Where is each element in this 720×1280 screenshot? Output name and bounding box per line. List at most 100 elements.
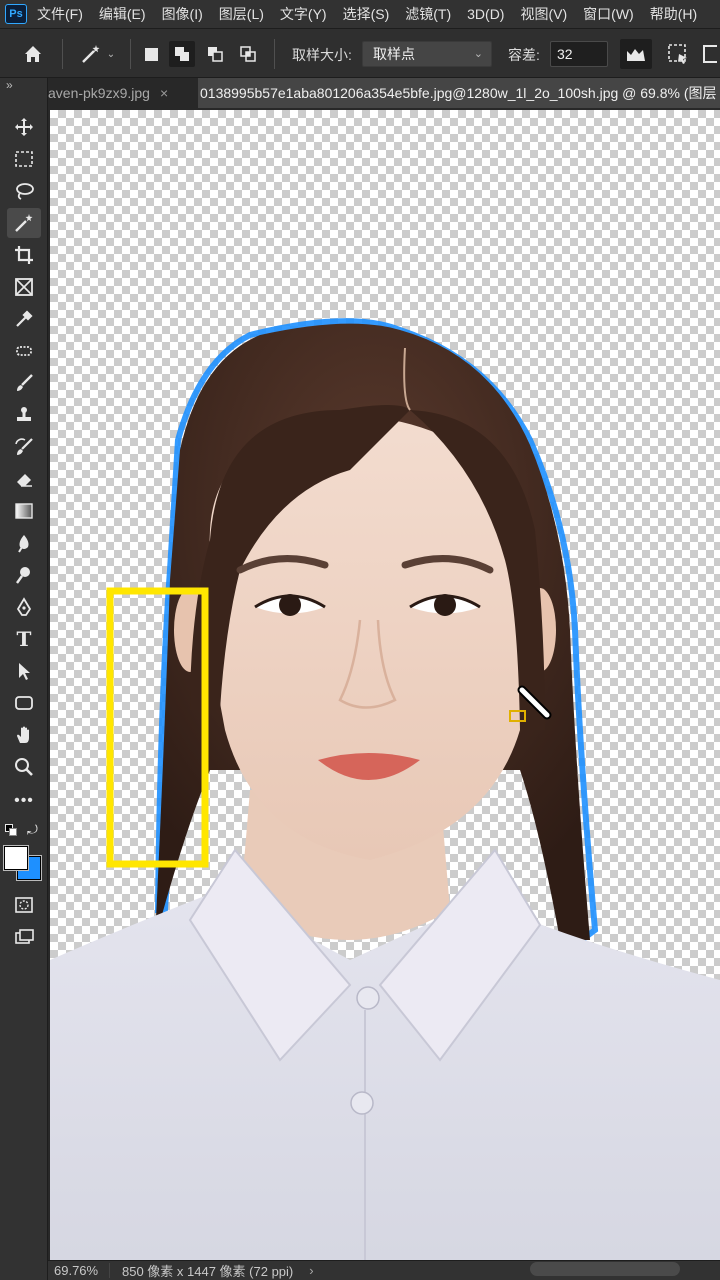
select-subject-button[interactable]	[662, 39, 694, 69]
type-icon: T	[16, 627, 32, 651]
shape-icon	[15, 696, 33, 710]
divider	[130, 39, 131, 69]
menu-edit[interactable]: 编辑(E)	[99, 4, 146, 24]
eraser-icon	[17, 474, 32, 487]
chevron-down-icon: ⌄	[473, 48, 483, 60]
path-selection-tool[interactable]	[7, 656, 41, 686]
sample-size-label: 取样大小:	[292, 47, 352, 63]
brush-tool[interactable]	[7, 368, 41, 398]
subtract-selection-icon	[208, 47, 223, 62]
path-select-icon	[19, 663, 30, 680]
healing-tool[interactable]	[7, 336, 41, 366]
history-brush-tool[interactable]	[7, 432, 41, 462]
intersect-selection-button[interactable]	[235, 41, 261, 67]
eraser-tool[interactable]	[7, 464, 41, 494]
menu-help[interactable]: 帮助(H)	[650, 4, 697, 24]
move-icon	[15, 118, 33, 136]
lasso-tool[interactable]	[7, 176, 41, 206]
frame-tool[interactable]	[7, 272, 41, 302]
frame-icon	[15, 278, 33, 296]
tab-document-2[interactable]: 0138995b57e1aba801206a354e5bfe.jpg@1280w…	[198, 78, 720, 108]
menu-image[interactable]: 图像(I)	[162, 4, 203, 24]
document-canvas[interactable]	[50, 110, 720, 1260]
select-and-mask-button[interactable]	[700, 39, 720, 69]
document-tabs: aven-pk9zx9.jpg × 0138995b57e1aba801206a…	[48, 78, 720, 108]
magic-wand-tool[interactable]	[7, 208, 41, 238]
document-dimensions: 850 像素 x 1447 像素 (72 ppi)	[122, 1264, 294, 1279]
subtract-selection-button[interactable]	[202, 41, 228, 67]
tolerance-input[interactable]: 32	[550, 41, 608, 67]
photoshop-logo: Ps	[5, 4, 27, 24]
eyedropper-icon	[16, 310, 33, 327]
menu-3d[interactable]: 3D(D)	[467, 6, 504, 22]
sample-all-layers-icon	[627, 49, 645, 61]
more-tools[interactable]: •••	[7, 786, 41, 816]
crop-icon	[15, 246, 33, 264]
crop-tool[interactable]	[7, 240, 41, 270]
shirt-button	[350, 1091, 374, 1115]
menu-type[interactable]: 文字(Y)	[280, 4, 327, 24]
quick-mask-button[interactable]	[7, 890, 41, 920]
marquee-icon	[15, 151, 33, 167]
menu-file[interactable]: 文件(F)	[37, 4, 83, 24]
home-icon	[25, 46, 41, 62]
blur-tool[interactable]	[7, 528, 41, 558]
swap-colors-icon[interactable]: ⤾	[27, 822, 38, 838]
options-bar: ⌄ 取样大小: 取样点 ⌄ 容差: 32	[0, 28, 720, 78]
type-tool[interactable]: T	[7, 624, 41, 654]
menu-view[interactable]: 视图(V)	[520, 4, 567, 24]
add-selection-icon	[175, 47, 189, 61]
history-brush-icon	[15, 438, 33, 455]
pen-tool[interactable]	[7, 592, 41, 622]
sample-size-select[interactable]: 取样点 ⌄	[362, 41, 492, 67]
gradient-tool[interactable]	[7, 496, 41, 526]
menu-filter[interactable]: 滤镜(T)	[405, 4, 451, 24]
divider	[62, 39, 63, 69]
tab-document-1[interactable]: aven-pk9zx9.jpg ×	[48, 78, 198, 108]
hand-tool[interactable]	[7, 720, 41, 750]
tool-preset-picker[interactable]: ⌄	[72, 39, 122, 69]
select-mask-icon	[703, 45, 717, 63]
brush-icon	[17, 374, 33, 391]
menu-select[interactable]: 选择(S)	[343, 4, 390, 24]
screen-mode-icon	[15, 929, 34, 944]
add-to-selection-button[interactable]	[169, 41, 195, 67]
tools-panel: » T ••• ⤾	[0, 78, 48, 1280]
marquee-tool[interactable]	[7, 144, 41, 174]
foreground-color-swatch[interactable]	[3, 845, 29, 871]
menu-bar: Ps 文件(F) 编辑(E) 图像(I) 图层(L) 文字(Y) 选择(S) 滤…	[0, 0, 720, 28]
tab-label: aven-pk9zx9.jpg	[48, 85, 150, 101]
stamp-tool[interactable]	[7, 400, 41, 430]
tolerance-value: 32	[557, 46, 573, 62]
portrait-image	[50, 318, 720, 1260]
default-colors-icon[interactable]	[5, 824, 17, 836]
move-tool[interactable]	[7, 112, 41, 142]
horizontal-scrollbar[interactable]	[530, 1262, 680, 1276]
tolerance-label: 容差:	[508, 47, 540, 63]
chevron-right-icon[interactable]: ›	[309, 1263, 313, 1278]
dodge-tool[interactable]	[7, 560, 41, 590]
new-selection-button[interactable]	[138, 41, 164, 67]
screen-mode-button[interactable]	[7, 922, 41, 952]
sample-size-value: 取样点	[373, 46, 415, 62]
intersect-selection-icon	[240, 46, 256, 62]
more-icon: •••	[14, 792, 34, 809]
blur-icon	[18, 535, 29, 553]
divider	[274, 39, 275, 69]
zoom-level[interactable]: 69.76%	[48, 1263, 110, 1278]
anti-alias-toggle[interactable]	[620, 39, 652, 69]
select-subject-icon	[668, 44, 687, 64]
home-button[interactable]	[16, 39, 50, 69]
close-icon[interactable]: ×	[160, 85, 168, 101]
magic-wand-icon	[15, 214, 33, 232]
pen-icon	[16, 597, 32, 616]
menu-window[interactable]: 窗口(W)	[583, 4, 634, 24]
eyedropper-tool[interactable]	[7, 304, 41, 334]
zoom-tool[interactable]	[7, 752, 41, 782]
menu-layer[interactable]: 图层(L)	[219, 4, 264, 24]
shape-tool[interactable]	[7, 688, 41, 718]
hand-icon	[17, 726, 29, 743]
collapse-icon[interactable]: »	[6, 78, 13, 92]
lasso-icon	[16, 183, 34, 200]
zoom-icon	[15, 758, 33, 776]
